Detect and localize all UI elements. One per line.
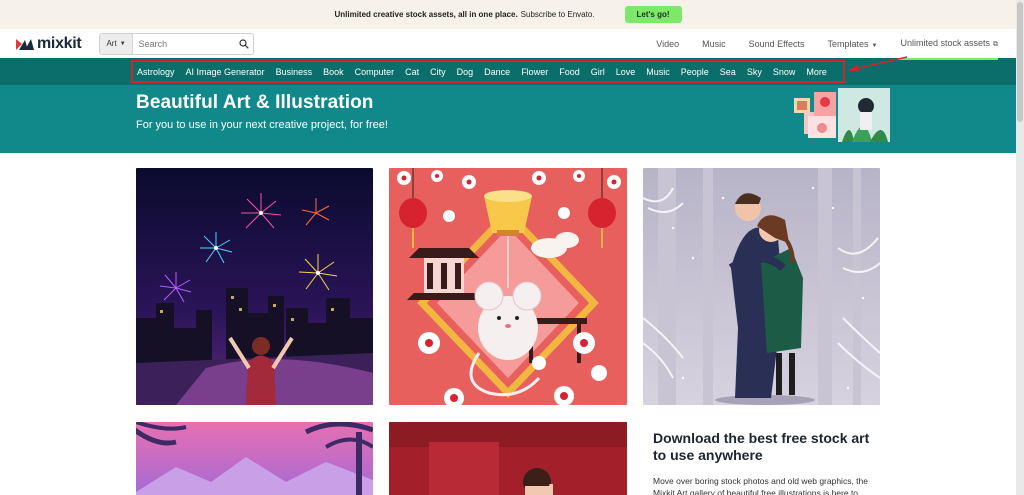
category-business[interactable]: Business [276,67,313,77]
scrollbar-thumb[interactable] [1017,2,1023,122]
category-people[interactable]: People [681,67,709,77]
art-thumbnail-fireworks[interactable] [136,168,373,405]
promo-bar: Unlimited creative stock assets, all in … [0,0,1016,29]
category-computer[interactable]: Computer [355,67,395,77]
search-category-select[interactable]: Art ▼ [100,33,133,54]
chevron-down-icon: ▼ [119,40,126,47]
category-food[interactable]: Food [559,67,580,77]
nav-unlimited-label: Unlimited stock assets [900,38,990,48]
category-girl[interactable]: Girl [591,67,605,77]
promo-subtext[interactable]: Subscribe to Envato. [521,10,595,19]
art-thumbnail-couple-winter[interactable] [643,168,880,405]
nav-templates[interactable]: Templates ▼ [827,39,877,49]
page: Unlimited creative stock assets, all in … [0,0,1016,495]
logo-text: mixkit [37,34,82,52]
category-love[interactable]: Love [616,67,636,77]
logo[interactable]: mixkit [16,34,82,53]
category-list-highlight: Astrology AI Image Generator Business Bo… [131,60,845,83]
category-cat[interactable]: Cat [405,67,419,77]
scrollbar[interactable] [1016,0,1024,495]
side-promo: Download the best free stock art to use … [653,430,883,495]
category-dance[interactable]: Dance [484,67,510,77]
external-link-icon: ⧉ [993,41,998,48]
category-sky[interactable]: Sky [747,67,762,77]
nav-templates-label: Templates [827,38,869,49]
category-flower[interactable]: Flower [521,67,548,77]
side-promo-body: Move over boring stock photos and old we… [653,476,868,495]
side-promo-heading: Download the best free stock art to use … [653,430,870,463]
category-astrology[interactable]: Astrology [137,67,175,77]
main-nav: Video Music Sound Effects Templates ▼ Unl… [656,38,998,49]
category-snow[interactable]: Snow [773,67,796,77]
category-more[interactable]: More [806,67,827,77]
search-category-label: Art [106,39,117,48]
mixkit-logo-icon [16,38,34,50]
promo-cta-button[interactable]: Let's go! [624,6,682,23]
art-thumbnail-lunar-new-year[interactable] [389,168,627,405]
promo-headline: Unlimited creative stock assets, all in … [334,10,518,19]
category-book[interactable]: Book [323,67,344,77]
category-music[interactable]: Music [646,67,670,77]
dropdown-caret-icon: ▼ [871,42,878,49]
art-thumbnail-palm-beach[interactable] [136,422,373,495]
category-sea[interactable]: Sea [720,67,736,77]
category-ai-image-generator[interactable]: AI Image Generator [186,67,265,77]
category-city[interactable]: City [430,67,446,77]
nav-video[interactable]: Video [656,39,679,49]
hero-banner: Beautiful Art & Illustration For you to … [0,85,1016,153]
nav-music[interactable]: Music [702,39,726,49]
hero-title: Beautiful Art & Illustration [136,92,374,113]
search-icon[interactable] [235,38,253,49]
search-input[interactable] [132,33,236,54]
category-dog[interactable]: Dog [457,67,474,77]
hero-subtitle: For you to use in your next creative pro… [136,119,388,131]
art-thumbnail-girl-red-room[interactable] [389,422,627,495]
nav-sound-effects[interactable]: Sound Effects [749,39,805,49]
nav-unlimited[interactable]: Unlimited stock assets ⧉ [900,38,998,49]
search-box: Art ▼ [99,32,255,55]
hero-illustration [794,88,890,142]
annotation-arrow-icon [849,56,908,72]
